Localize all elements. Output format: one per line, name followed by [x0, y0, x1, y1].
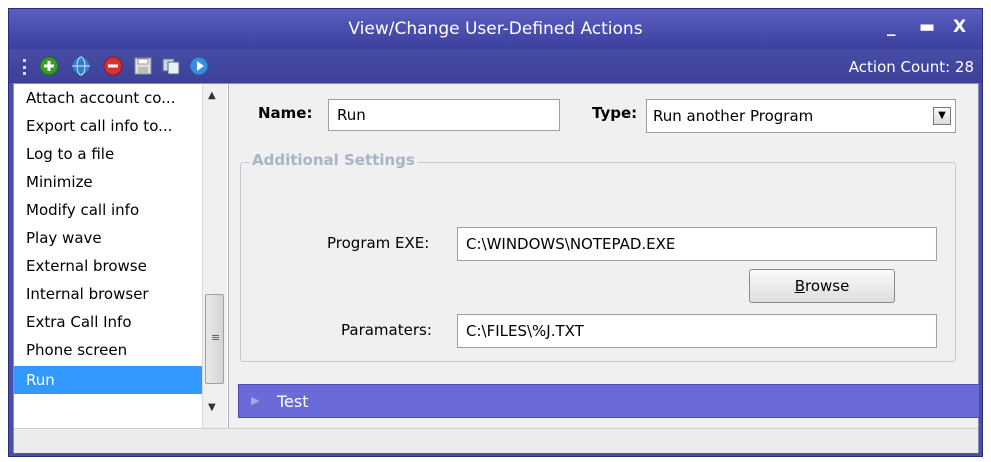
- grip-icon: ≡: [211, 331, 221, 344]
- browse-button[interactable]: Browse: [749, 269, 895, 303]
- save-action-button[interactable]: [133, 56, 153, 76]
- group-title: Additional Settings: [249, 151, 418, 169]
- parameters-input[interactable]: C:\FILES\%J.TXT: [457, 314, 937, 348]
- name-input[interactable]: Run: [328, 99, 560, 131]
- web-action-button[interactable]: [71, 56, 91, 76]
- browse-label: rowse: [804, 277, 850, 295]
- window-title: View/Change User-Defined Actions: [348, 19, 643, 39]
- list-scrollbar[interactable]: ▲ ≡ ▼: [202, 84, 227, 428]
- program-exe-input[interactable]: C:\WINDOWS\NOTEPAD.EXE: [457, 227, 937, 261]
- action-details-panel: Name: Run Type: Run another Program ▼ Ad…: [228, 84, 980, 428]
- list-item[interactable]: Minimize: [14, 168, 202, 196]
- toolbar-grip[interactable]: [23, 59, 29, 75]
- play-icon: [189, 56, 209, 76]
- maximize-button[interactable]: ▬: [919, 17, 935, 37]
- type-select[interactable]: Run another Program ▼: [646, 99, 956, 133]
- list-item[interactable]: Play wave: [14, 224, 202, 252]
- scroll-up-icon[interactable]: ▲: [208, 90, 216, 101]
- list-item[interactable]: Export call info to...: [14, 112, 202, 140]
- list-item[interactable]: Modify call info: [14, 196, 202, 224]
- list-item-selected[interactable]: Run: [14, 366, 202, 394]
- actions-window: View/Change User-Defined Actions _ ▬ X A…: [8, 8, 983, 457]
- list-item[interactable]: External browse: [14, 252, 202, 280]
- minimize-button[interactable]: _: [887, 17, 896, 37]
- test-label: Test: [277, 392, 309, 411]
- list-item[interactable]: Attach account co...: [14, 84, 202, 112]
- delete-icon: [103, 56, 123, 76]
- toolbar: Action Count: 28: [9, 49, 982, 83]
- parameters-label: Paramaters:: [341, 321, 432, 339]
- close-button[interactable]: X: [953, 17, 966, 37]
- list-item[interactable]: Extra Call Info: [14, 308, 202, 336]
- globe-icon: [71, 56, 91, 76]
- list-item[interactable]: Internal browser: [14, 280, 202, 308]
- type-select-value: Run another Program: [653, 107, 814, 125]
- scroll-down-icon[interactable]: ▼: [208, 402, 216, 413]
- save-icon: [134, 57, 152, 75]
- title-bar[interactable]: View/Change User-Defined Actions _ ▬ X: [9, 9, 982, 49]
- list-item[interactable]: Log to a file: [14, 140, 202, 168]
- additional-settings-group: Additional Settings Program EXE: C:\WIND…: [240, 151, 956, 362]
- content-area: Attach account co... Export call info to…: [13, 83, 980, 453]
- name-label: Name:: [258, 104, 313, 122]
- program-exe-label: Program EXE:: [327, 234, 430, 252]
- actions-list: Attach account co... Export call info to…: [14, 84, 229, 428]
- action-count-label: Action Count: 28: [848, 58, 974, 76]
- chevron-down-icon[interactable]: ▼: [933, 107, 951, 125]
- copy-icon: [162, 58, 180, 75]
- type-label: Type:: [592, 104, 638, 122]
- scroll-thumb[interactable]: ≡: [205, 294, 224, 384]
- add-action-button[interactable]: [39, 56, 59, 76]
- add-icon: [39, 56, 59, 76]
- test-section-header[interactable]: ▶ Test: [238, 384, 980, 418]
- browse-accel: B: [794, 277, 805, 295]
- collapse-arrow-icon: ▶: [251, 394, 260, 407]
- copy-action-button[interactable]: [161, 56, 181, 76]
- run-action-button[interactable]: [189, 56, 209, 76]
- list-item[interactable]: Phone screen: [14, 336, 202, 364]
- status-bar: [14, 428, 978, 453]
- delete-action-button[interactable]: [103, 56, 123, 76]
